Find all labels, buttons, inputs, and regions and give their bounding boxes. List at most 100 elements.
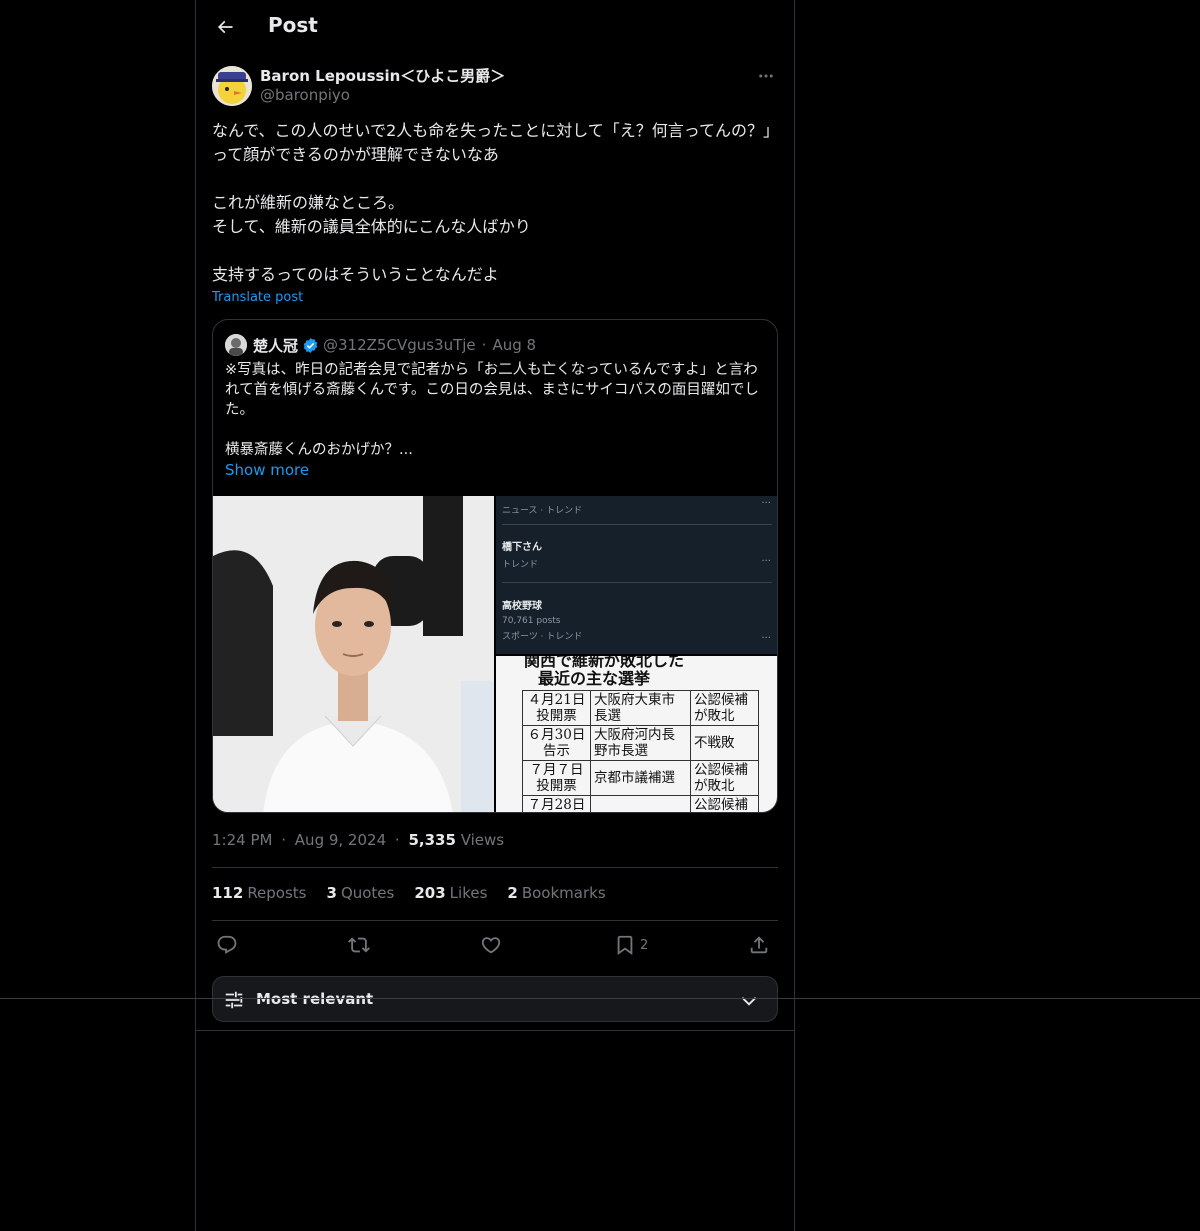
table-title: 関西で維新が敗北した 最近の主な選挙 — [524, 656, 684, 688]
divider — [502, 524, 772, 525]
views-label: Views — [460, 831, 505, 849]
quoted-post[interactable]: 楚人冠 @312Z5CVgus3uTje · Aug 8 ※写真は、昨日の記者会… — [212, 319, 778, 813]
table-cell: 公認候補 が敗北 — [690, 760, 759, 796]
more-options-button[interactable] — [754, 66, 778, 86]
action-bar: 2 — [212, 930, 778, 960]
post-time[interactable]: 1:24 PM — [212, 831, 272, 849]
table-cell: 不戦敗 — [690, 725, 759, 761]
more-horizontal-icon: ··· — [761, 633, 771, 644]
bookmark-button[interactable]: 2 — [614, 933, 648, 957]
divider — [212, 867, 778, 868]
trend-category: トレンド — [502, 560, 539, 570]
trend-row: ニュース · トレンド — [502, 498, 772, 517]
table-cell — [590, 795, 691, 812]
table-cell: 大阪府河内長 野市長選 — [590, 725, 691, 761]
likes-count: 203 — [414, 884, 446, 902]
quote-header: 楚人冠 @312Z5CVgus3uTje · Aug 8 — [225, 333, 536, 357]
post-stats: 112 Reposts 3 Quotes 203 Likes 2 Bookmarks — [212, 884, 606, 902]
more-horizontal-icon — [759, 74, 773, 78]
chevron-down-icon — [739, 991, 759, 1015]
trend-category: ニュース · トレンド — [502, 506, 583, 516]
trend-row: 橋下さん トレンド — [502, 538, 772, 570]
quote-text: ※写真は、昨日の記者会見で記者から「お二人も亡くなっているんですよ」と言われて首… — [225, 362, 759, 458]
like-button[interactable] — [480, 933, 502, 957]
quotes-label: Quotes — [340, 884, 395, 902]
back-button[interactable] — [208, 10, 242, 44]
share-icon — [750, 936, 768, 954]
bookmark-count: 2 — [640, 937, 649, 953]
separator-dot: · — [281, 831, 287, 849]
reply-button[interactable] — [216, 933, 238, 957]
share-button[interactable] — [748, 933, 770, 957]
trend-category: スポーツ · トレンド — [502, 632, 583, 642]
likes-label: Likes — [449, 884, 488, 902]
likes-stat[interactable]: 203 Likes — [414, 884, 487, 902]
repost-icon — [348, 937, 370, 953]
quote-date: Aug 8 — [492, 336, 537, 354]
separator-dot: · — [394, 831, 400, 849]
reply-icon — [217, 935, 237, 954]
more-horizontal-icon: ··· — [761, 498, 771, 509]
election-table-image[interactable]: 関西で維新が敗北した 最近の主な選挙 ４月21日 投開票 大阪府大東市 長選 公… — [496, 656, 777, 812]
quote-author-name: 楚人冠 — [253, 336, 299, 355]
repost-button[interactable] — [348, 933, 370, 957]
table-title-line: 最近の主な選挙 — [538, 669, 651, 688]
main-column: Post Baron Lepoussin＜ひよこ男爵＞ @baronpiyo な… — [195, 0, 795, 1231]
quote-avatar — [225, 334, 247, 356]
table-row: ７月７日 投開票 京都市議補選 公認候補 が敗北 — [522, 760, 759, 796]
reposts-stat[interactable]: 112 Reposts — [212, 884, 307, 902]
table-cell: ７月28日 — [522, 795, 591, 812]
quote-author-handle: @312Z5CVgus3uTje — [323, 336, 476, 354]
show-more-link[interactable]: Show more — [225, 461, 309, 479]
horizontal-guide-line — [0, 998, 1200, 999]
trend-post-count: 70,761 posts — [502, 616, 561, 626]
trend-name: 高校野球 — [502, 601, 542, 612]
trend-row: 高校野球 70,761 posts スポーツ · トレンド — [502, 597, 772, 642]
sliders-icon — [223, 989, 245, 1015]
author-handle[interactable]: @baronpiyo — [260, 86, 350, 104]
election-table: ４月21日 投開票 大阪府大東市 長選 公認候補 が敗北 ６月30日 告示 大阪… — [522, 690, 759, 812]
chick-avatar-icon — [212, 66, 252, 106]
table-title-line: 関西で維新が敗北した — [524, 656, 685, 670]
table-cell: 京都市議補選 — [590, 760, 691, 796]
divider — [502, 582, 772, 583]
post-date[interactable]: Aug 9, 2024 — [295, 831, 386, 849]
arrow-left-icon — [217, 20, 233, 34]
table-cell: 公認候補 — [690, 795, 759, 812]
post-text: なんで、この人のせいで2人も命を失ったことに対して「え？何言ってんの？」って顔が… — [212, 121, 771, 284]
table-row: ４月21日 投開票 大阪府大東市 長選 公認候補 が敗北 — [522, 690, 759, 726]
quotes-stat[interactable]: 3 Quotes — [327, 884, 395, 902]
bookmarks-label: Bookmarks — [521, 884, 606, 902]
table-cell: ４月21日 投開票 — [522, 690, 591, 726]
separator-dot: · — [481, 336, 487, 354]
post-meta: 1:24 PM · Aug 9, 2024 · 5,335 Views — [212, 831, 504, 849]
bookmark-icon — [617, 935, 633, 956]
table-cell: 大阪府大東市 長選 — [590, 690, 691, 726]
bookmarks-stat[interactable]: 2 Bookmarks — [507, 884, 605, 902]
portrait-avatar-icon — [225, 334, 247, 356]
verified-badge-icon — [302, 337, 319, 354]
translate-post-link[interactable]: Translate post — [212, 290, 303, 305]
quote-media-grid: ニュース · トレンド ··· 橋下さん トレンド ··· 高校野球 70,76… — [213, 496, 777, 812]
divider — [212, 920, 778, 921]
more-horizontal-icon: ··· — [761, 556, 771, 567]
press-conference-photo[interactable] — [213, 496, 494, 812]
table-cell: 公認候補 が敗北 — [690, 690, 759, 726]
sort-label: Most relevant — [256, 990, 374, 1008]
reply-sort-dropdown[interactable]: Most relevant — [212, 976, 778, 1022]
page-title: Post — [268, 13, 318, 37]
reposts-label: Reposts — [247, 884, 307, 902]
views-count: 5,335 — [408, 831, 456, 849]
trend-screenshot[interactable]: ニュース · トレンド ··· 橋下さん トレンド ··· 高校野球 70,76… — [496, 496, 777, 654]
heart-icon — [481, 937, 501, 954]
header: Post — [196, 0, 794, 54]
table-row: ７月28日 公認候補 — [522, 795, 759, 812]
man-portrait-image — [213, 496, 494, 812]
divider — [196, 1030, 794, 1031]
author-name[interactable]: Baron Lepoussin＜ひよこ男爵＞ — [260, 65, 505, 86]
bookmarks-count: 2 — [507, 884, 518, 902]
table-cell: ６月30日 告示 — [522, 725, 591, 761]
table-row: ６月30日 告示 大阪府河内長 野市長選 不戦敗 — [522, 725, 759, 761]
avatar[interactable] — [212, 66, 252, 106]
table-cell: ７月７日 投開票 — [522, 760, 591, 796]
